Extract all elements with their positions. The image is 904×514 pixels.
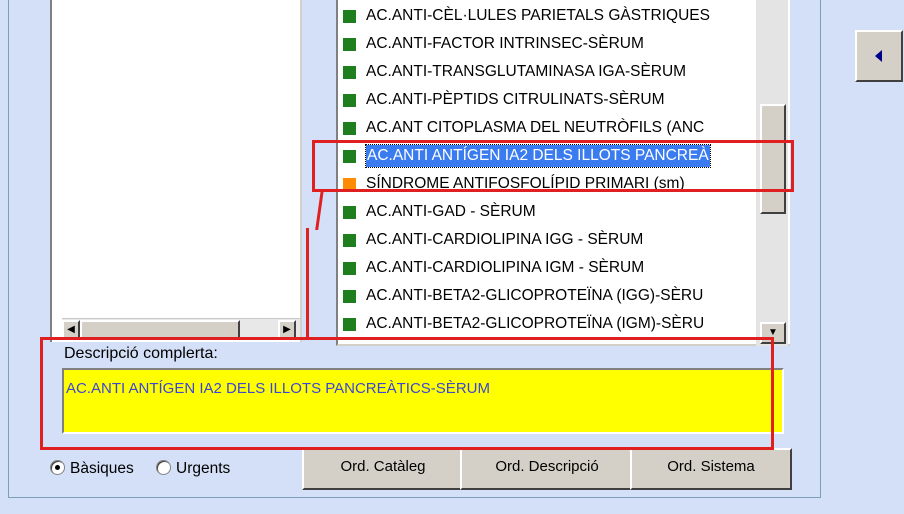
sort-system-label: Ord. Sistema [667,458,755,475]
list-item-label: AC.ANTI-PÈPTIDS CITRULINATS-SÈRUM [366,91,665,108]
triangle-left-icon: ◀ [67,324,75,335]
radio-basic-label: Bàsiques [70,460,134,477]
list-item[interactable]: AC.ANT CITOPLASMA DEL NEUTRÒFILS (ANC [338,114,762,142]
list-item[interactable]: AC.ANTI-BETA2-GLICOPROTEÏNA (IGG)-SÈRU [338,282,762,310]
radio-urgent[interactable]: Urgents [156,460,230,478]
list-item[interactable]: AC.ANTI-CARDIOLIPINA IGG - SÈRUM [338,226,762,254]
status-square-icon [343,234,356,247]
list-item[interactable]: AC.ANTI ANTÍGEN IA2 DELS ILLOTS PANCREÀ [338,142,762,170]
status-square-icon [343,206,356,219]
description-value: AC.ANTI ANTÍGEN IA2 DELS ILLOTS PANCREÀT… [66,380,490,397]
list-item-label: AC.ANT CITOPLASMA DEL NEUTRÒFILS (ANC [366,119,705,136]
radio-urgent-label: Urgents [176,460,231,477]
sort-system-button[interactable]: Ord. Sistema [630,448,792,490]
radio-urgent-circle[interactable] [156,460,171,475]
status-square-icon [343,10,356,23]
vertical-scroll-thumb[interactable] [760,104,786,214]
list-item-label: AC.ANTI-BETA2-GLICOPROTEÏNA (IGM)-SÈRU [366,315,705,332]
status-square-icon [343,262,356,275]
radio-basic[interactable]: Bàsiques [50,460,134,478]
radio-basic-circle[interactable] [50,460,65,475]
vertical-scrollbar[interactable]: ▼ [756,0,788,346]
status-square-icon [343,318,356,331]
horizontal-scrollbar[interactable]: ◀ ▶ [62,318,300,340]
list-item[interactable]: AC.ANTI-TRANSGLUTAMINASA IGA-SÈRUM [338,58,762,86]
triangle-left-icon [875,50,882,62]
description-label: Descripció complerta: [64,345,218,362]
list-item[interactable]: SÍNDROME ANTIFOSFOLÍPID PRIMARI (sm) [338,170,762,198]
list-item[interactable]: AC.ANTI-CÈL·LULES PARIETALS GÀSTRIQUES [338,2,762,30]
list-item-label: AC.ANTI-FACTOR INTRINSEC-SÈRUM [366,35,644,52]
left-list-box[interactable] [50,0,302,342]
collapse-panel-button[interactable] [855,30,903,82]
sort-catalog-label: Ord. Catàleg [340,458,426,475]
list-item-label: AC.ANTI-BETA2-GLICOPROTEÏNA (IGG)-SÈRU [366,287,704,304]
list-item[interactable]: AC.ANTI-CARDIOLIPINA IGM - SÈRUM [338,254,762,282]
triangle-right-icon: ▶ [283,324,291,335]
list-item-label: AC.ANTI-GAD - SÈRUM [366,203,536,220]
horizontal-scroll-thumb[interactable] [80,320,240,340]
list-item[interactable]: AC.ANTI-GAD - SÈRUM [338,198,762,226]
test-list[interactable]: AC.ANTI-CÈL·LULES PARIETALS GÀSTRIQUES AC… [336,0,790,346]
scroll-down-button[interactable]: ▼ [760,322,786,344]
description-field[interactable]: AC.ANTI ANTÍGEN IA2 DELS ILLOTS PANCREÀT… [62,368,784,434]
sort-description-button[interactable]: Ord. Descripció [460,448,634,490]
status-square-icon [343,94,356,107]
sort-description-label: Ord. Descripció [495,458,599,475]
list-item-label: AC.ANTI-CARDIOLIPINA IGM - SÈRUM [366,259,645,276]
list-item-label: AC.ANTI ANTÍGEN IA2 DELS ILLOTS PANCREÀ [365,144,711,168]
scroll-left-button[interactable]: ◀ [62,320,80,340]
status-square-icon [343,38,356,51]
list-item[interactable]: AC.ANTI-FACTOR INTRINSEC-SÈRUM [338,30,762,58]
status-square-icon [343,290,356,303]
list-item[interactable]: AC.ANTI-PÈPTIDS CITRULINATS-SÈRUM [338,86,762,114]
scroll-right-button[interactable]: ▶ [278,320,296,340]
status-square-icon [343,66,356,79]
list-item[interactable]: AC.ANTI-BETA2-GLICOPROTEÏNA (IGM)-SÈRU [338,310,762,338]
list-item-label: AC.ANTI-TRANSGLUTAMINASA IGA-SÈRUM [366,63,687,80]
sort-catalog-button[interactable]: Ord. Catàleg [302,448,464,490]
list-item-label: AC.ANTI-CARDIOLIPINA IGG - SÈRUM [366,231,644,248]
list-item-label: SÍNDROME ANTIFOSFOLÍPID PRIMARI (sm) [366,175,685,192]
status-square-icon [343,122,356,135]
status-square-icon [343,178,356,191]
status-square-icon [343,150,356,163]
triangle-down-icon: ▼ [768,327,778,338]
list-item-label: AC.ANTI-CÈL·LULES PARIETALS GÀSTRIQUES [366,7,710,24]
